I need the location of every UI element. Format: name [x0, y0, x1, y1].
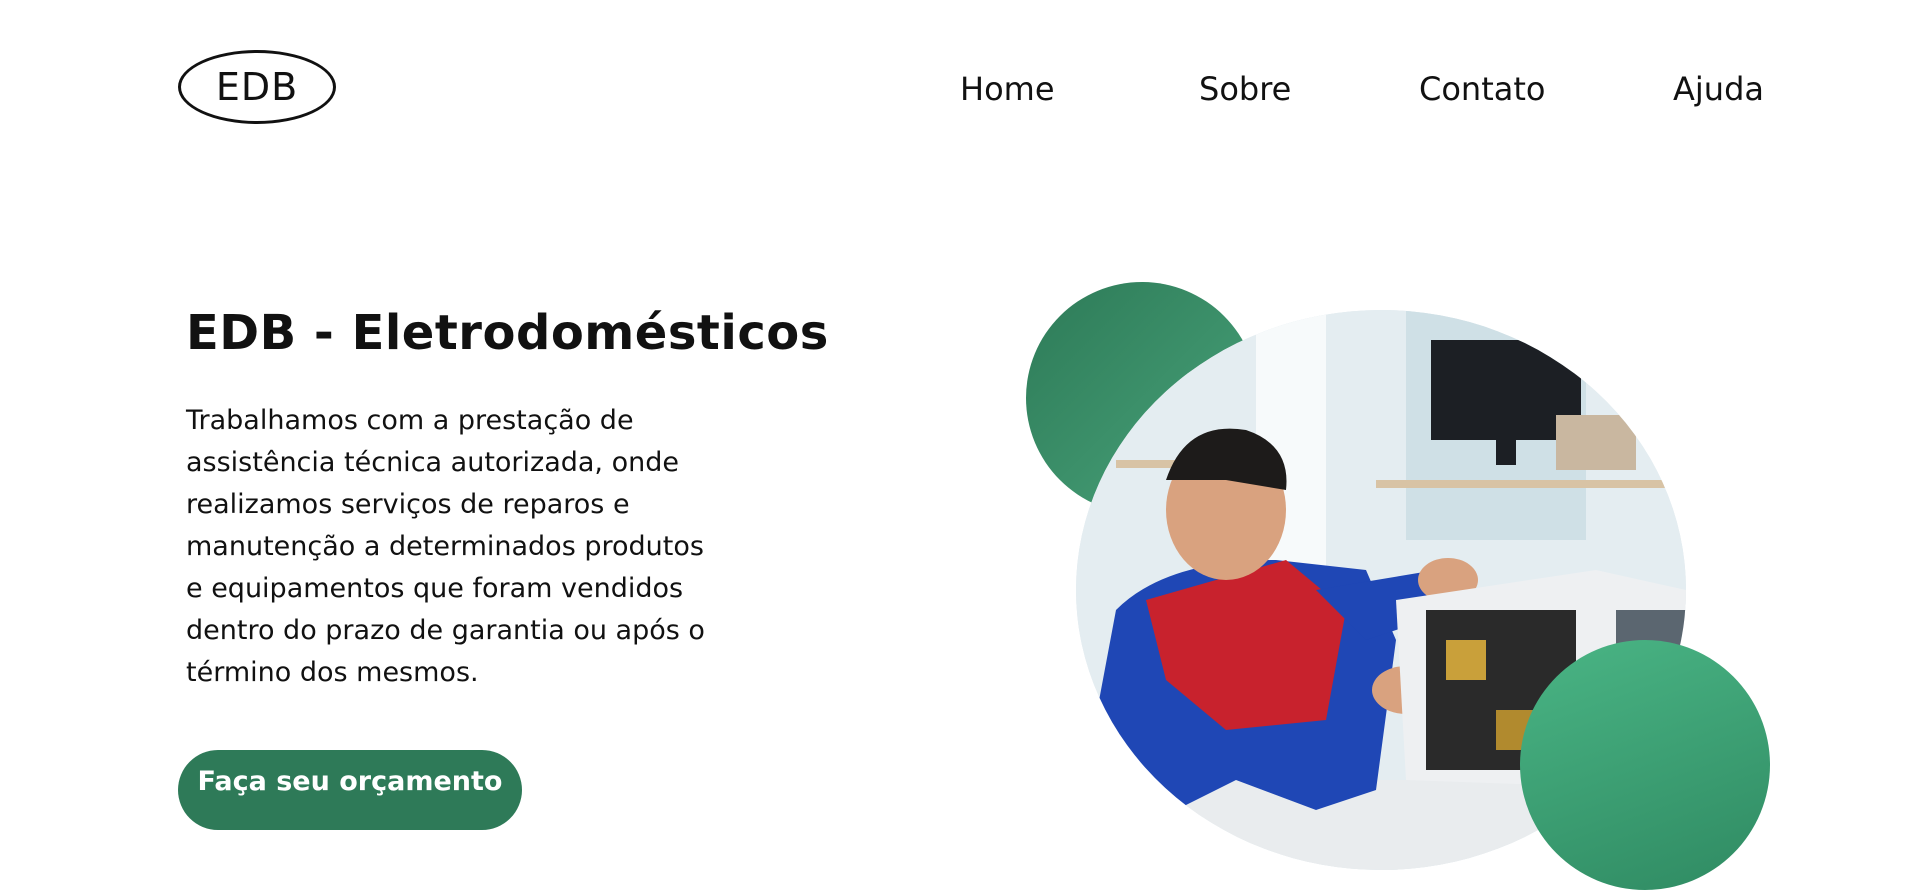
hero-description: Trabalhamos com a prestação de assistênc… — [186, 405, 705, 688]
site-header: EDB Home Sobre Contato Ajuda — [0, 0, 1909, 180]
nav-home-link[interactable]: Home — [960, 70, 1055, 108]
hero-title: EDB - Eletrodomésticos — [186, 305, 829, 361]
quote-button[interactable]: Faça seu orçamento — [178, 750, 522, 830]
nav-sobre-link[interactable]: Sobre — [1199, 70, 1291, 108]
nav-ajuda-link[interactable]: Ajuda — [1673, 70, 1764, 108]
nav-contato-link[interactable]: Contato — [1419, 70, 1545, 108]
logo[interactable]: EDB — [178, 50, 336, 124]
decorative-green-circle-bottom — [1520, 640, 1770, 890]
